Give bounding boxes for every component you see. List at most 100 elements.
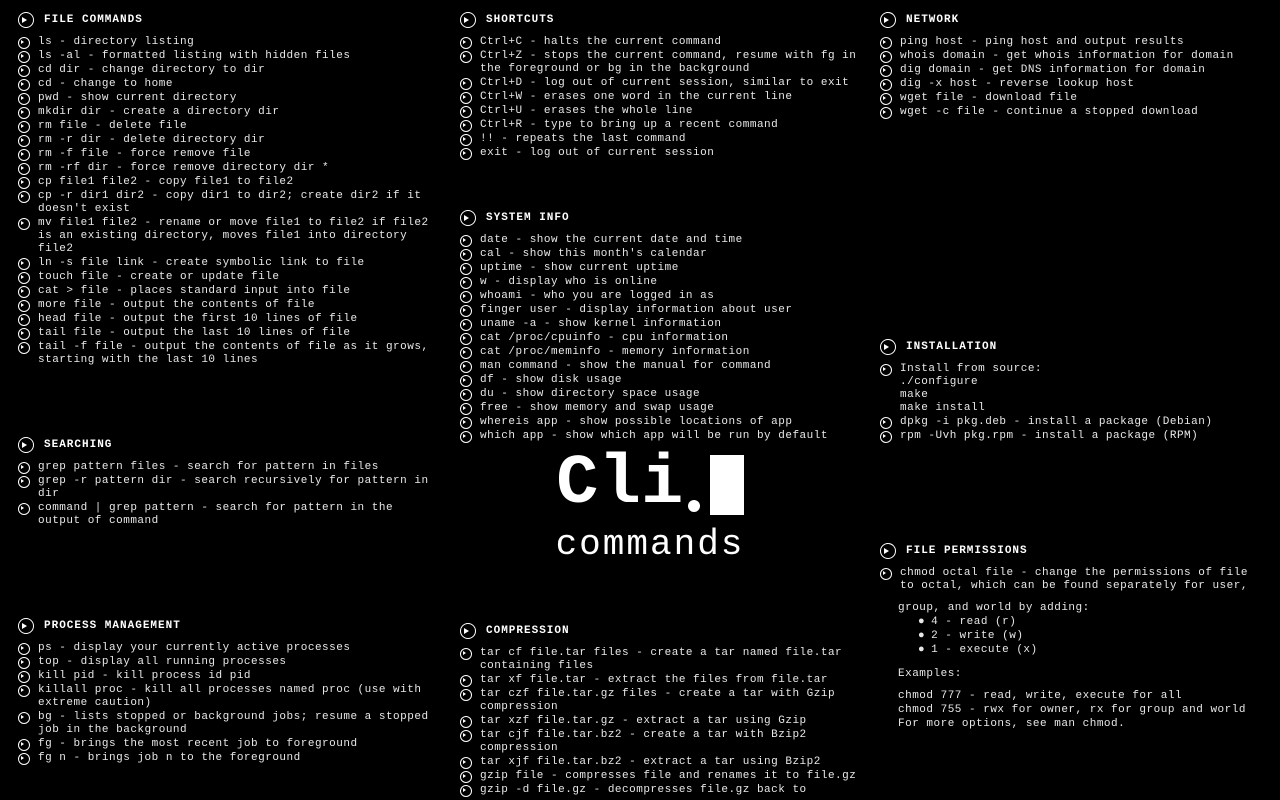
list-item: touch file - create or update file [18,271,438,284]
list-item-text: gzip -d file.gz - decompresses file.gz b… [480,784,860,797]
bullet-arrow-icon [18,65,30,77]
list-item-text: chmod octal file - change the permission… [900,567,1260,593]
list-item-text: whoami - who you are logged in as [480,290,860,303]
bullet-arrow-icon [18,163,30,175]
bullet-arrow-icon [18,37,30,49]
list-item-text: cat > file - places standard input into … [38,285,438,298]
section-title: FILE PERMISSIONS [906,545,1028,557]
arrow-circle-icon [460,623,476,639]
section-heading: PROCESS MANAGEMENT [18,618,438,634]
bullet-arrow-icon [460,148,472,160]
column-left: FILE COMMANDSls - directory listingls -a… [18,12,438,793]
arrow-circle-icon [18,12,34,28]
list-item-text: command | grep pattern - search for patt… [38,502,438,528]
list-item-text: ping host - ping host and output results [900,36,1260,49]
section-searching: SEARCHINGgrep pattern files - search for… [18,437,438,528]
list-item-text: head file - output the first 10 lines of… [38,313,438,326]
list-item-text: fg - brings the most recent job to foreg… [38,738,438,751]
bullet-arrow-icon [18,258,30,270]
bullet-arrow-icon [460,305,472,317]
list-item: cat /proc/cpuinfo - cpu information [460,332,860,345]
bullet-arrow-icon [880,107,892,119]
list-item-text: which app - show which app will be run b… [480,430,860,443]
arrow-circle-icon [880,339,896,355]
bullet-arrow-icon [880,65,892,77]
bullet-arrow-icon [18,314,30,326]
bullet-arrow-icon [18,753,30,765]
bullet-arrow-icon [460,37,472,49]
bullet-arrow-icon [18,739,30,751]
bullet-arrow-icon [460,249,472,261]
section-heading: SYSTEM INFO [460,210,860,226]
bullet-arrow-icon [460,106,472,118]
list-item: ln -s file link - create symbolic link t… [18,257,438,270]
list-item-text: rm file - delete file [38,120,438,133]
bullet-arrow-icon [18,462,30,474]
list-item: grep -r pattern dir - search recursively… [18,475,438,501]
section-heading: INSTALLATION [880,339,1260,355]
list-item-text: rm -rf dir - force remove directory dir … [38,162,438,175]
section-installation: INSTALLATION Install from source: ./confi… [880,339,1260,443]
bullet-arrow-icon [460,417,472,429]
section-title: NETWORK [906,14,959,26]
list-item-text: du - show directory space usage [480,388,860,401]
section-heading: FILE COMMANDS [18,12,438,28]
perm-examples-header: Examples: [898,667,1260,681]
list-item-text: Install from source: ./configure make ma… [900,363,1260,415]
bullet-arrow-icon [18,657,30,669]
arrow-circle-icon [880,12,896,28]
list-item-text: tar xzf file.tar.gz - extract a tar usin… [480,715,860,728]
list-item-text: tar xf file.tar - extract the files from… [480,674,860,687]
list-item-text: Ctrl+C - halts the current command [480,36,860,49]
list-item-text: cal - show this month's calendar [480,248,860,261]
list-item-text: free - show memory and swap usage [480,402,860,415]
list-item: cp -r dir1 dir2 - copy dir1 to dir2; cre… [18,190,438,216]
bullet-arrow-icon [18,272,30,284]
list-item: more file - output the contents of file [18,299,438,312]
list-item: exit - log out of current session [460,147,860,160]
bullet-arrow-icon [18,191,30,203]
list-item-text: bg - lists stopped or background jobs; r… [38,711,438,737]
list-item: dig -x host - reverse lookup host [880,78,1260,91]
section-title: FILE COMMANDS [44,14,143,26]
list-item-text: gzip file - compresses file and renames … [480,770,860,783]
perm-example: chmod 755 - rwx for owner, rx for group … [898,703,1260,717]
bullet-arrow-icon [460,333,472,345]
list-item: ping host - ping host and output results [880,36,1260,49]
list-item: tail file - output the last 10 lines of … [18,327,438,340]
list-item: cal - show this month's calendar [460,248,860,261]
list-item-text: ls -al - formatted listing with hidden f… [38,50,438,63]
list-item-text: rm -f file - force remove file [38,148,438,161]
list-item: command | grep pattern - search for patt… [18,502,438,528]
list-item-text: wget file - download file [900,92,1260,105]
section-network: NETWORK ping host - ping host and output … [880,12,1260,119]
list-item-text: uname -a - show kernel information [480,318,860,331]
list-item-text: dpkg -i pkg.deb - install a package (Deb… [900,416,1260,429]
list-item-text: whereis app - show possible locations of… [480,416,860,429]
bullet-arrow-icon [18,671,30,683]
list-item-text: finger user - display information about … [480,304,860,317]
list-item: cd - change to home [18,78,438,91]
list-item: ls -al - formatted listing with hidden f… [18,50,438,63]
list-item: rm -f file - force remove file [18,148,438,161]
arrow-circle-icon [460,210,476,226]
column-middle: SHORTCUTSCtrl+C - halts the current comm… [460,12,860,800]
list-item: which app - show which app will be run b… [460,430,860,443]
list-item-text: cd - change to home [38,78,438,91]
bullet-arrow-icon [460,120,472,132]
list-item: rm file - delete file [18,120,438,133]
list-item-text: rpm -Uvh pkg.rpm - install a package (RP… [900,430,1260,443]
column-right: NETWORK ping host - ping host and output … [880,12,1260,759]
arrow-circle-icon [880,543,896,559]
bullet-arrow-icon [460,689,472,701]
list-item: Install from source: ./configure make ma… [880,363,1260,415]
bullet-arrow-icon [880,364,892,376]
list-item-text: w - display who is online [480,276,860,289]
list-item: Ctrl+Z - stops the current command, resu… [460,50,860,76]
cli-commands-logo: Cli commands [490,450,810,565]
bullet-arrow-icon [880,51,892,63]
bullet-arrow-icon [18,149,30,161]
bullet-arrow-icon [460,675,472,687]
bullet-arrow-icon [880,568,892,580]
section-heading: FILE PERMISSIONS [880,543,1260,559]
